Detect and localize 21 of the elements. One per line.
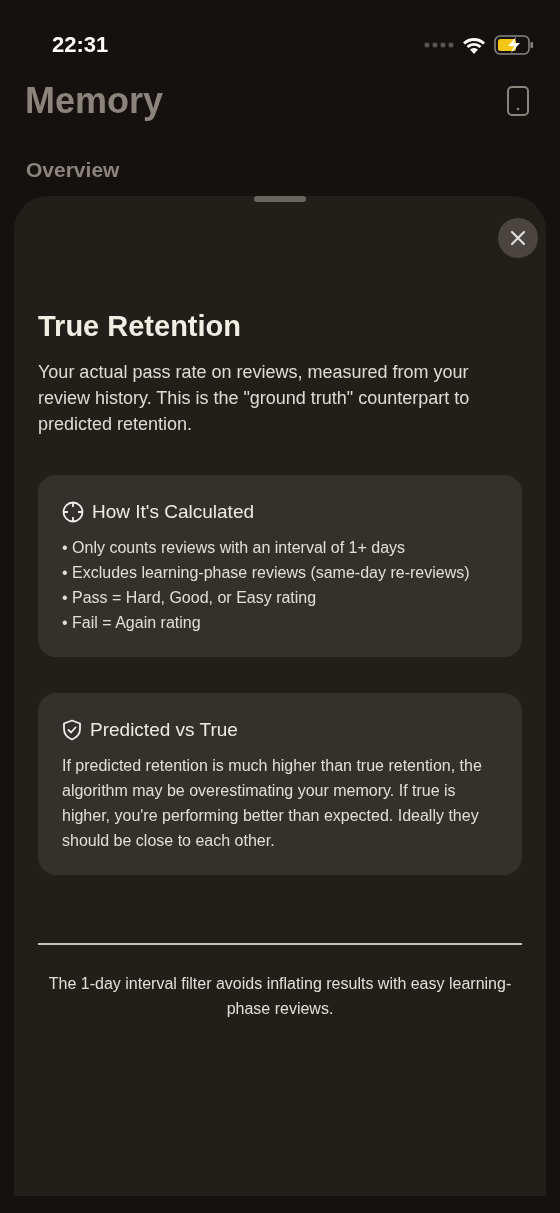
card-heading: How It's Calculated <box>92 501 255 523</box>
section-heading: Overview <box>25 157 121 182</box>
card-text: • Pass = Hard, Good, or Easy rating <box>62 588 318 608</box>
crosshair-icon <box>62 501 84 523</box>
close-icon <box>510 230 526 246</box>
card-text: • Fail = Again rating <box>62 613 202 633</box>
sheet-title: True Retention <box>38 310 242 343</box>
page-title: Memory <box>25 80 164 122</box>
wifi-icon <box>462 36 486 54</box>
card-text: • Excludes learning-phase reviews (same-day re-reviews) <box>62 563 471 583</box>
signal-icon <box>424 42 454 48</box>
close-button[interactable] <box>498 218 538 258</box>
shield-check-icon <box>62 719 82 741</box>
card-heading: Predicted vs True <box>90 719 238 741</box>
card-text: • Only counts reviews with an interval of 1+ days <box>62 538 407 558</box>
battery-icon <box>494 35 534 55</box>
status-time: 22:31 <box>52 32 109 58</box>
footer-note: The 1-day interval filter avoids inflating results with easy learning-phase reviews. <box>47 974 513 1019</box>
card-text: If predicted retention is much higher than true retention, the algorithm may be overestimating your memory. If true is higher, you're performing better than expected. Ideally they should be close to each other. <box>62 756 483 851</box>
phone-icon[interactable] <box>507 86 529 116</box>
description: Your actual pass rate on reviews, measured from your review history. This is the "ground truth" counterpart to predicted retention. <box>38 361 471 436</box>
